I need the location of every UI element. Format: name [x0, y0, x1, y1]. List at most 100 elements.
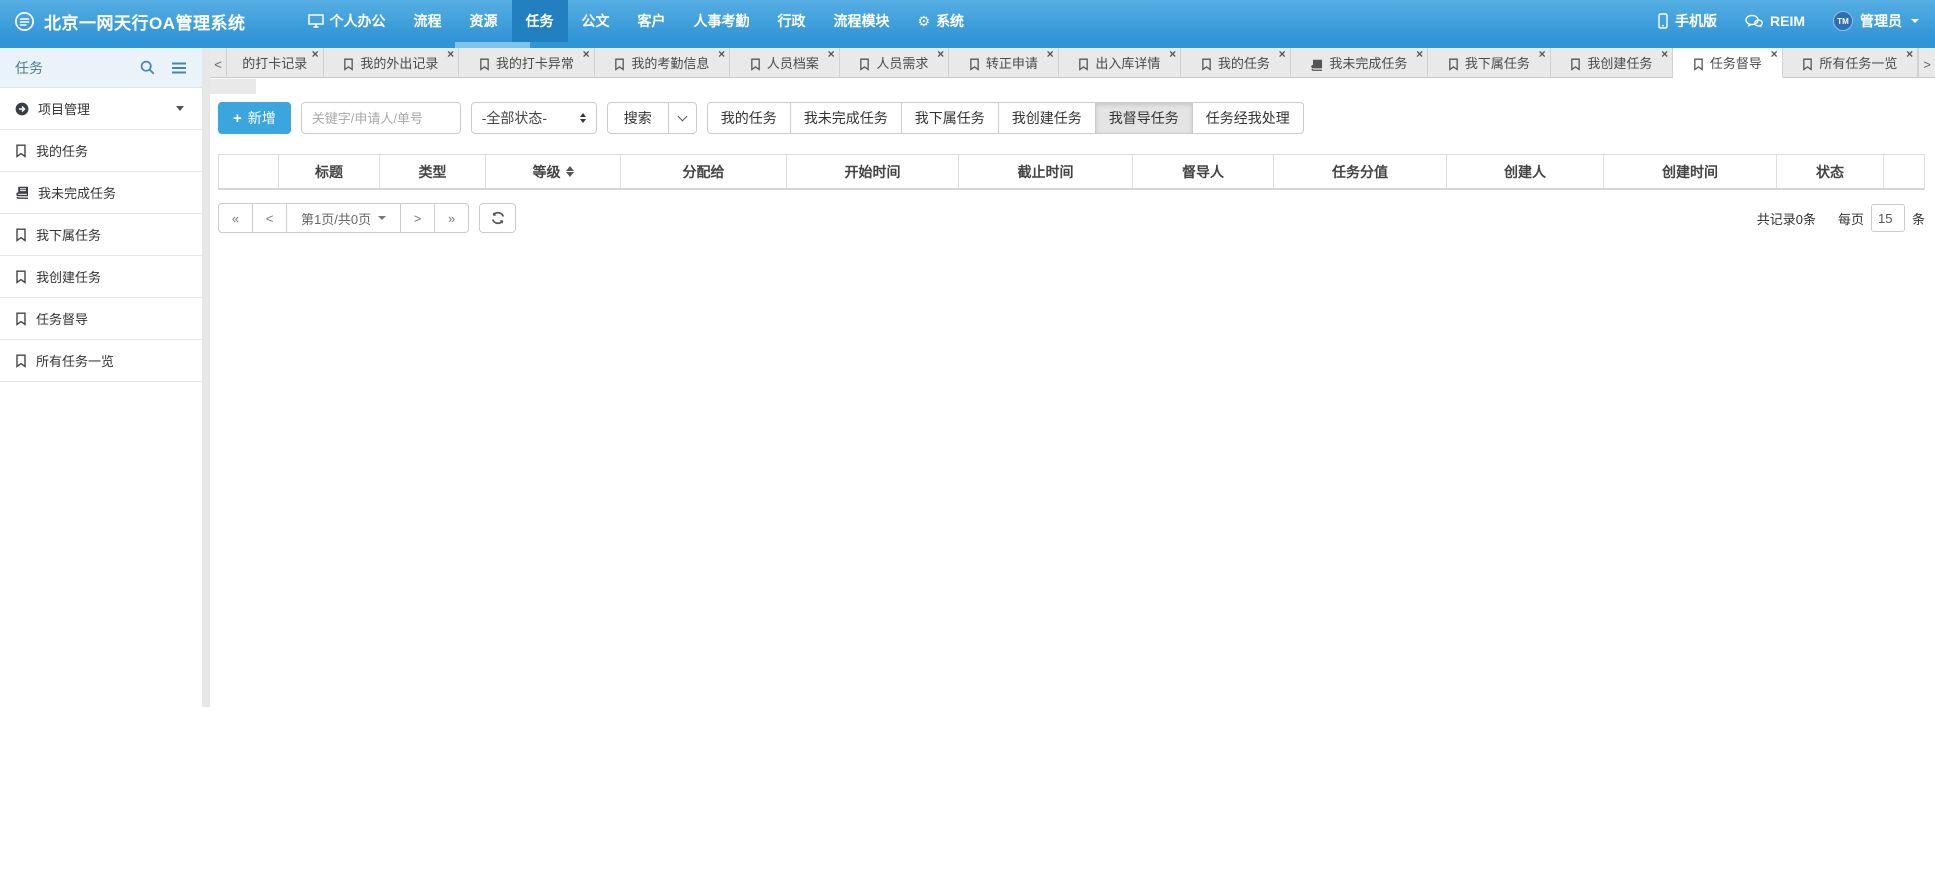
tab-warehouse-details[interactable]: 出入库详情 × — [1059, 48, 1182, 78]
tab-personnel-needs[interactable]: 人员需求 × — [840, 48, 950, 78]
table-header-row: 标题 类型 等级 分配给 开始时间 截止时间 督导人 任务分值 创建人 创建时间… — [219, 155, 1924, 188]
sidebar-divider[interactable] — [202, 48, 210, 707]
close-icon[interactable]: × — [1416, 49, 1423, 60]
per-page-label: 每页 — [1838, 209, 1864, 228]
close-icon[interactable]: × — [583, 49, 590, 60]
th-status[interactable]: 状态 — [1777, 155, 1884, 188]
menu-label: 系统 — [936, 11, 964, 31]
th-title[interactable]: 标题 — [279, 155, 380, 188]
reim-link[interactable]: REIM — [1745, 13, 1805, 29]
sidebar-item-unfinished-tasks[interactable]: 我未完成任务 — [0, 172, 202, 214]
app-brand[interactable]: 北京一网天行OA管理系统 — [0, 0, 260, 42]
page-first-button[interactable]: « — [218, 203, 253, 233]
close-icon[interactable]: × — [1771, 49, 1778, 60]
bookmark-icon — [15, 312, 27, 326]
th-task-score[interactable]: 任务分值 — [1274, 155, 1447, 188]
th-create-time[interactable]: 创建时间 — [1604, 155, 1777, 188]
bookmark-icon — [15, 354, 27, 368]
hamburger-icon[interactable] — [171, 62, 187, 74]
th-start-time[interactable]: 开始时间 — [787, 155, 959, 188]
close-icon[interactable]: × — [1661, 49, 1668, 60]
reim-label: REIM — [1770, 13, 1805, 29]
th-level[interactable]: 等级 — [486, 155, 621, 188]
per-page-input[interactable] — [1871, 204, 1905, 232]
tab-regularization[interactable]: 转正申请 × — [949, 48, 1059, 78]
filter-unfinished-tasks[interactable]: 我未完成任务 — [791, 102, 902, 134]
close-icon[interactable]: × — [1047, 49, 1054, 60]
close-icon[interactable]: × — [1279, 49, 1286, 60]
th-deadline[interactable]: 截止时间 — [959, 155, 1133, 188]
filter-supervised-tasks[interactable]: 我督导任务 — [1096, 102, 1193, 134]
user-name: 管理员 — [1860, 11, 1902, 31]
sidebar-item-project-management[interactable]: 项目管理 — [0, 88, 202, 130]
search-button[interactable]: 搜索 — [607, 102, 669, 134]
sidebar-item-my-tasks[interactable]: 我的任务 — [0, 130, 202, 172]
user-menu[interactable]: TM 管理员 — [1833, 11, 1919, 31]
filter-my-tasks[interactable]: 我的任务 — [707, 102, 791, 134]
sidebar-item-label: 我未完成任务 — [38, 183, 116, 202]
menu-item-administration[interactable]: 行政 — [764, 0, 820, 42]
tab-punch-records[interactable]: 的打卡记录 × — [227, 48, 324, 78]
sidebar-item-task-supervision[interactable]: 任务督导 — [0, 298, 202, 340]
close-icon[interactable]: × — [828, 49, 835, 60]
search-split-button: 搜索 — [607, 102, 697, 134]
status-select[interactable]: -全部状态- — [471, 102, 597, 134]
page-prev-button[interactable]: < — [252, 203, 287, 233]
page-last-button[interactable]: » — [434, 203, 469, 233]
menu-item-resources[interactable]: 资源 — [456, 0, 512, 42]
refresh-button[interactable] — [479, 203, 516, 233]
sort-icon[interactable] — [566, 166, 574, 178]
tab-scroll-right[interactable]: > — [1918, 48, 1935, 78]
tab-created-tasks[interactable]: 我创建任务 × — [1551, 48, 1674, 78]
chevron-down-icon[interactable] — [176, 106, 184, 111]
tab-personnel-files[interactable]: 人员档案 × — [730, 48, 840, 78]
page-info-dropdown[interactable]: 第1页/共0页 — [286, 203, 401, 233]
search-icon[interactable] — [140, 60, 155, 75]
tab-all-tasks[interactable]: 所有任务一览 × — [1783, 48, 1919, 78]
menu-item-documents[interactable]: 公文 — [568, 0, 624, 42]
menu-item-hr-attendance[interactable]: 人事考勤 — [680, 0, 764, 42]
close-icon[interactable]: × — [718, 49, 725, 60]
mobile-version-label: 手机版 — [1675, 11, 1717, 31]
avatar: TM — [1833, 11, 1853, 31]
close-icon[interactable]: × — [447, 49, 454, 60]
tab-my-outings[interactable]: 我的外出记录 × — [324, 48, 460, 78]
bookmark-icon — [15, 270, 27, 284]
search-dropdown-button[interactable] — [669, 102, 697, 134]
page-next-button[interactable]: > — [400, 203, 435, 233]
th-assigned-to[interactable]: 分配给 — [621, 155, 787, 188]
th-creator[interactable]: 创建人 — [1447, 155, 1604, 188]
sidebar-item-all-tasks[interactable]: 所有任务一览 — [0, 340, 202, 382]
close-icon[interactable]: × — [1169, 49, 1176, 60]
bookmark-icon — [15, 228, 27, 242]
bookmark-icon — [1201, 58, 1212, 71]
filter-subordinate-tasks[interactable]: 我下属任务 — [902, 102, 999, 134]
close-icon[interactable]: × — [1906, 49, 1913, 60]
sidebar-item-created-tasks[interactable]: 我创建任务 — [0, 256, 202, 298]
tab-subordinate-tasks[interactable]: 我下属任务 × — [1428, 48, 1551, 78]
menu-item-process[interactable]: 流程 — [400, 0, 456, 42]
menu-item-customers[interactable]: 客户 — [624, 0, 680, 42]
close-icon[interactable]: × — [937, 49, 944, 60]
tab-my-tasks[interactable]: 我的任务 × — [1181, 48, 1291, 78]
menu-item-tasks[interactable]: 任务 — [512, 0, 568, 42]
filter-handled-by-me[interactable]: 任务经我处理 — [1193, 102, 1304, 134]
bookmark-icon — [479, 58, 490, 71]
menu-item-process-modules[interactable]: 流程模块 — [820, 0, 904, 42]
tab-task-supervision[interactable]: 任务督导 × — [1673, 48, 1783, 78]
close-icon[interactable]: × — [312, 49, 319, 60]
mobile-version-link[interactable]: 手机版 — [1658, 11, 1717, 31]
close-icon[interactable]: × — [1539, 49, 1546, 60]
tab-attendance-info[interactable]: 我的考勤信息 × — [595, 48, 731, 78]
filter-created-tasks[interactable]: 我创建任务 — [999, 102, 1096, 134]
menu-item-personal-office[interactable]: 个人办公 — [294, 0, 400, 42]
th-supervisor[interactable]: 督导人 — [1133, 155, 1274, 188]
add-button[interactable]: + 新增 — [218, 102, 291, 134]
menu-item-system[interactable]: ⚙ 系统 — [904, 0, 979, 42]
tab-scroll-left[interactable]: < — [210, 48, 227, 78]
keyword-search-input[interactable] — [301, 102, 461, 134]
tab-unfinished-tasks[interactable]: 我未完成任务 × — [1291, 48, 1429, 78]
sidebar-item-subordinate-tasks[interactable]: 我下属任务 — [0, 214, 202, 256]
th-type[interactable]: 类型 — [380, 155, 486, 188]
tab-punch-anomalies[interactable]: 我的打卡异常 × — [459, 48, 595, 78]
